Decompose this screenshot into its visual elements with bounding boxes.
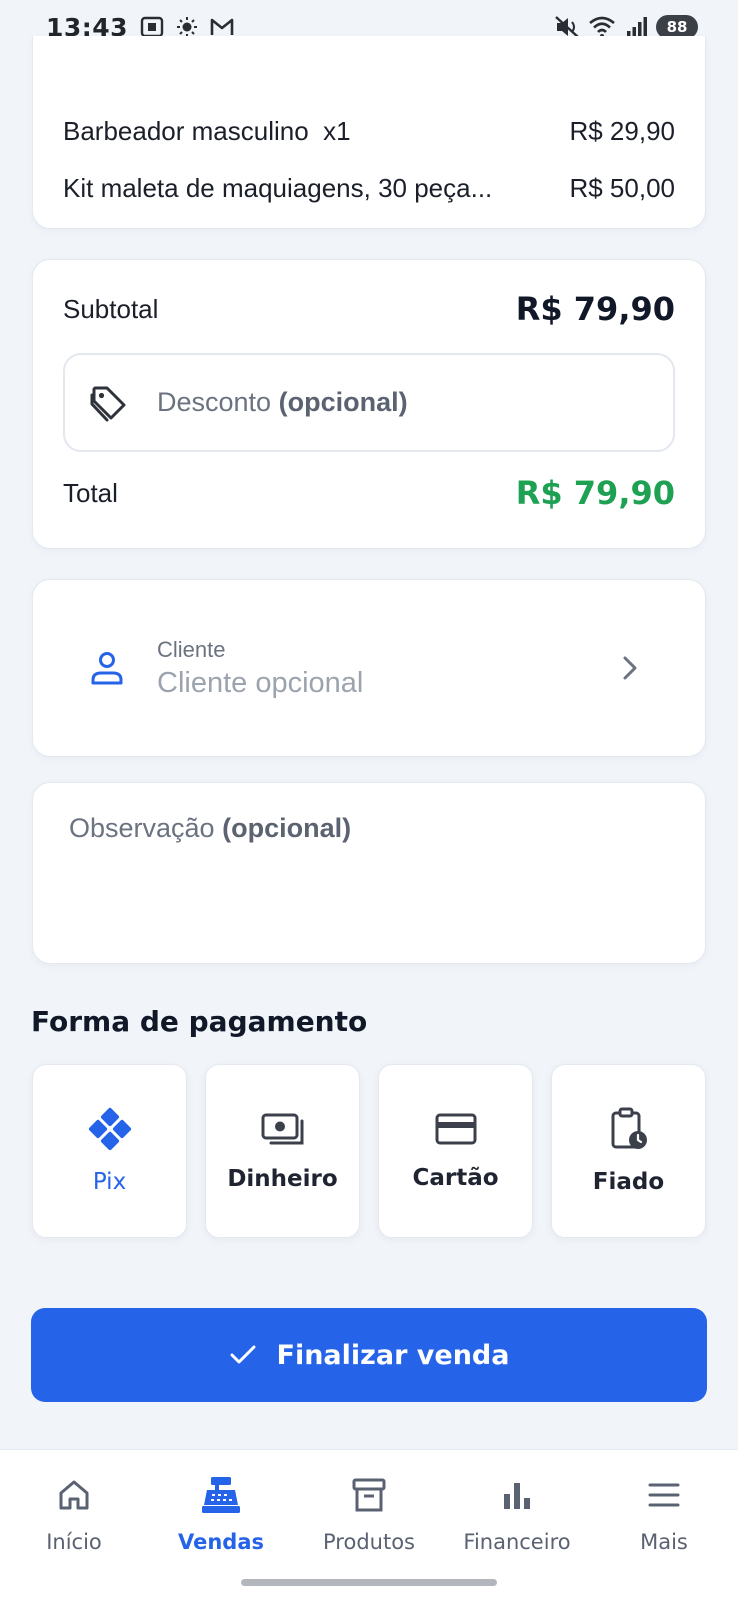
order-item-name: Barbeador masculino x1 bbox=[63, 115, 351, 146]
total-value: R$ 79,90 bbox=[515, 474, 675, 512]
payment-option-cash[interactable]: Dinheiro bbox=[205, 1064, 360, 1238]
discount-placeholder-label: Desconto bbox=[157, 387, 272, 417]
note-placeholder: Observação (opcional) bbox=[69, 813, 669, 844]
payment-options: Pix Dinheiro Cartão Fiado bbox=[32, 1064, 706, 1238]
nav-label: Vendas bbox=[178, 1530, 264, 1554]
screenshot-icon bbox=[140, 16, 164, 38]
totals-card: Subtotal R$ 79,90 Desconto (opcional) To… bbox=[32, 259, 706, 549]
pix-icon bbox=[88, 1107, 132, 1151]
client-placeholder: Cliente opcional bbox=[157, 666, 364, 699]
nav-label: Mais bbox=[640, 1530, 688, 1554]
order-item-name: Kit maleta de maquiagens, 30 peça... bbox=[63, 172, 493, 203]
discount-optional-label: (opcional) bbox=[278, 387, 408, 417]
finish-sale-button[interactable]: Finalizar venda bbox=[31, 1308, 707, 1402]
nav-label: Financeiro bbox=[463, 1530, 571, 1554]
nav-item-financeiro[interactable]: Financeiro bbox=[443, 1472, 591, 1572]
bottom-nav: Início Vendas Produtos Financeiro Mais bbox=[0, 1449, 738, 1600]
client-selector[interactable]: Cliente Cliente opcional bbox=[32, 579, 706, 757]
nav-item-inicio[interactable]: Início bbox=[0, 1472, 148, 1572]
gmail-icon bbox=[210, 17, 234, 37]
client-label: Cliente bbox=[157, 636, 226, 662]
client-texts: Cliente Cliente opcional bbox=[157, 637, 621, 700]
clipboard-clock-icon bbox=[609, 1107, 649, 1151]
total-label: Total bbox=[63, 477, 118, 508]
nav-label: Início bbox=[46, 1530, 102, 1554]
subtotal-row: Subtotal R$ 79,90 bbox=[63, 286, 675, 332]
subtotal-value: R$ 79,90 bbox=[515, 290, 675, 328]
payment-option-label: Pix bbox=[92, 1169, 127, 1195]
tag-icon bbox=[89, 383, 129, 423]
note-field[interactable]: Observação (opcional) bbox=[32, 782, 706, 964]
finish-sale-label: Finalizar venda bbox=[276, 1339, 510, 1371]
order-item-row[interactable]: Barbeador masculino x1 R$ 29,90 bbox=[63, 114, 675, 148]
cash-icon bbox=[260, 1110, 306, 1148]
archive-icon bbox=[351, 1472, 387, 1518]
note-optional-label: (opcional) bbox=[222, 813, 352, 843]
payment-option-label: Fiado bbox=[592, 1169, 665, 1195]
payment-section-title: Forma de pagamento bbox=[31, 1005, 368, 1038]
nav-item-produtos[interactable]: Produtos bbox=[295, 1472, 443, 1572]
note-placeholder-label: Observação bbox=[69, 813, 215, 843]
order-item-row[interactable]: Kit maleta de maquiagens, 30 peça... R$ … bbox=[63, 171, 675, 205]
home-indicator[interactable] bbox=[241, 1579, 497, 1586]
chevron-right-icon bbox=[621, 655, 639, 681]
check-icon bbox=[229, 1344, 257, 1366]
order-items-card: Barbeador masculino x1 R$ 29,90 Kit male… bbox=[32, 36, 706, 229]
discount-field[interactable]: Desconto (opcional) bbox=[63, 353, 675, 452]
nav-label: Produtos bbox=[323, 1530, 415, 1554]
subtotal-label: Subtotal bbox=[63, 293, 159, 324]
payment-option-pix[interactable]: Pix bbox=[32, 1064, 187, 1238]
nav-item-vendas[interactable]: Vendas bbox=[147, 1472, 295, 1572]
menu-icon bbox=[647, 1472, 681, 1518]
brightness-icon bbox=[176, 16, 198, 38]
card-icon bbox=[434, 1111, 478, 1147]
discount-placeholder: Desconto (opcional) bbox=[157, 387, 408, 418]
total-row: Total R$ 79,90 bbox=[63, 470, 675, 516]
nav-item-mais[interactable]: Mais bbox=[590, 1472, 738, 1572]
order-item-price: R$ 29,90 bbox=[569, 115, 675, 146]
payment-option-card[interactable]: Cartão bbox=[378, 1064, 533, 1238]
payment-option-credit[interactable]: Fiado bbox=[551, 1064, 706, 1238]
home-icon bbox=[57, 1472, 91, 1518]
bar-chart-icon bbox=[501, 1472, 533, 1518]
order-item-price: R$ 50,00 bbox=[569, 172, 675, 203]
signal-icon bbox=[626, 16, 648, 38]
payment-option-label: Cartão bbox=[412, 1165, 499, 1191]
payment-option-label: Dinheiro bbox=[227, 1166, 338, 1192]
user-icon bbox=[89, 649, 125, 687]
cash-register-icon bbox=[201, 1472, 241, 1518]
